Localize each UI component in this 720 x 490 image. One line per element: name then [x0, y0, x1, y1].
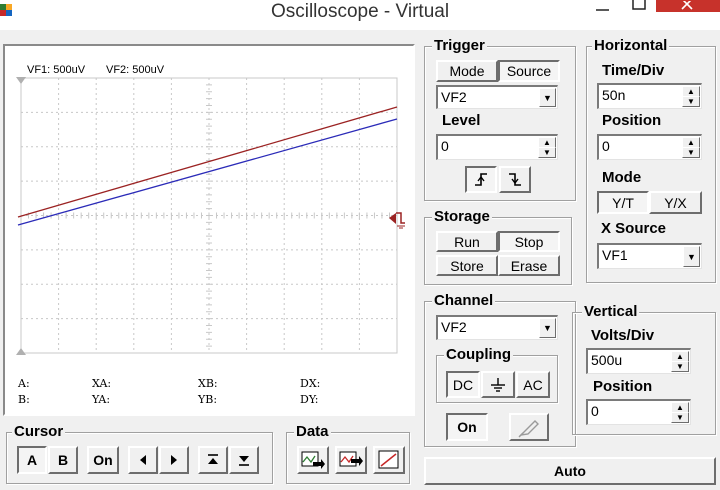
erase-button[interactable]: Erase: [498, 255, 560, 276]
readout-yb: YB:: [197, 393, 217, 406]
cursor-left-button[interactable]: [128, 446, 158, 474]
x-source-value: VF1: [602, 247, 628, 263]
vertical-title: Vertical: [582, 303, 640, 320]
yx-mode-button[interactable]: Y/X: [649, 191, 702, 214]
trigger-source-value: VF2: [441, 89, 467, 105]
volts-div-input[interactable]: 500u ▲ ▼: [586, 348, 691, 374]
x-source-label: X Source: [601, 220, 667, 237]
spin-down-icon[interactable]: ▼: [671, 361, 689, 372]
arrow-up-to-line-icon: [208, 454, 218, 464]
chevron-down-icon[interactable]: ▼: [683, 246, 700, 267]
horizontal-position-value: 0: [602, 138, 610, 154]
cursor-a-top-arrow: [16, 77, 26, 84]
export-data-button[interactable]: [297, 446, 329, 474]
volts-div-value: 500u: [591, 352, 623, 368]
run-button[interactable]: Run: [436, 231, 498, 252]
arrow-down-to-line-icon: [239, 456, 249, 466]
time-div-label: Time/Div: [602, 62, 665, 79]
cursor-b-button[interactable]: B: [48, 446, 78, 474]
cursor-down-button[interactable]: [229, 446, 259, 474]
falling-edge-button[interactable]: [499, 166, 531, 193]
spin-down-icon[interactable]: ▼: [671, 412, 689, 423]
time-div-value: 50n: [602, 87, 626, 103]
readout-xa: XA:: [92, 377, 111, 390]
readout-b: B:: [18, 393, 30, 406]
channel-select[interactable]: VF2 ▼: [436, 315, 558, 340]
cursor-on-button[interactable]: On: [87, 446, 119, 474]
volts-div-label: Volts/Div: [591, 327, 655, 344]
save-waveform-icon: [339, 451, 363, 467]
trigger-source-select[interactable]: VF2 ▼: [436, 85, 558, 109]
spin-down-icon[interactable]: ▼: [682, 96, 700, 107]
cursor-a-bottom-arrow: [16, 348, 26, 355]
horizontal-position-input[interactable]: 0 ▲ ▼: [597, 134, 702, 160]
horizontal-position-label: Position: [602, 112, 662, 129]
horizontal-title: Horizontal: [592, 37, 670, 54]
ground-coupling-button[interactable]: [481, 371, 515, 398]
stop-button[interactable]: Stop: [498, 231, 560, 252]
horizontal-mode-label: Mode: [602, 169, 642, 186]
spin-down-icon[interactable]: ▼: [682, 147, 700, 158]
storage-title: Storage: [432, 208, 492, 225]
chevron-down-icon[interactable]: ▼: [539, 88, 556, 107]
maximize-button[interactable]: [622, 0, 656, 22]
probe-icon: [518, 420, 539, 438]
cursor-title: Cursor: [12, 423, 66, 440]
time-div-input[interactable]: 50n ▲ ▼: [597, 83, 702, 109]
vf2-trace: [17, 106, 398, 218]
vf2-channel-label: VF2: 500uV: [106, 64, 165, 76]
trigger-level-label: Level: [442, 112, 481, 129]
vf1-channel-label: VF1: 500uV: [27, 64, 86, 76]
vertical-position-label: Position: [593, 378, 653, 395]
minimize-icon: [596, 9, 609, 11]
rising-edge-button[interactable]: [465, 166, 497, 193]
data-title: Data: [294, 423, 331, 440]
x-source-select[interactable]: VF1 ▼: [597, 243, 702, 269]
channel-title: Channel: [432, 292, 496, 309]
dc-coupling-button[interactable]: DC: [446, 371, 480, 398]
channel-on-button[interactable]: On: [446, 413, 488, 441]
close-icon: [681, 0, 693, 10]
readout-ya: YA:: [91, 393, 110, 406]
readout-xb: XB:: [198, 377, 218, 390]
save-data-button[interactable]: [335, 446, 367, 474]
cursor-right-button[interactable]: [159, 446, 189, 474]
channel-value: VF2: [441, 319, 467, 335]
cursor-a-button[interactable]: A: [17, 446, 47, 474]
plot-data-button[interactable]: [373, 446, 405, 474]
readout-dy: DY:: [300, 393, 318, 406]
trigger-level-value: 0: [441, 138, 449, 154]
export-waveform-icon: [301, 451, 325, 469]
arrow-right-icon: [171, 455, 177, 465]
scope-screen[interactable]: VF1: 500uV VF2: 500uV A: B: XA: YA: XB: …: [5, 46, 413, 414]
store-button[interactable]: Store: [436, 255, 498, 276]
cursor-up-button[interactable]: [198, 446, 228, 474]
vertical-position-input[interactable]: 0 ▲ ▼: [586, 399, 691, 425]
plot-graph-icon: [378, 450, 399, 469]
ac-coupling-button[interactable]: AC: [516, 371, 550, 398]
trigger-marker-icon: [389, 213, 396, 224]
trigger-source-button[interactable]: Source: [498, 60, 560, 82]
minimize-button[interactable]: [586, 0, 620, 22]
auto-button[interactable]: Auto: [424, 457, 716, 485]
trigger-mode-button[interactable]: Mode: [436, 60, 498, 82]
trigger-title: Trigger: [432, 37, 487, 54]
trigger-level-input[interactable]: 0 ▲ ▼: [436, 134, 558, 160]
spin-down-icon[interactable]: ▼: [538, 147, 556, 158]
arrow-left-icon: [140, 455, 146, 465]
ground-icon: [491, 377, 505, 392]
falling-edge-icon: [509, 172, 521, 186]
readout-dx: DX:: [300, 377, 320, 390]
yt-mode-button[interactable]: Y/T: [597, 191, 649, 214]
rising-edge-icon: [475, 172, 487, 186]
probe-button[interactable]: [509, 413, 549, 441]
scope-grid: [20, 77, 398, 354]
maximize-icon: [632, 0, 646, 10]
vertical-position-value: 0: [591, 403, 599, 419]
readout-a: A:: [17, 377, 30, 390]
coupling-title: Coupling: [444, 346, 513, 363]
chevron-down-icon[interactable]: ▼: [539, 318, 556, 338]
close-button[interactable]: [656, 0, 720, 12]
